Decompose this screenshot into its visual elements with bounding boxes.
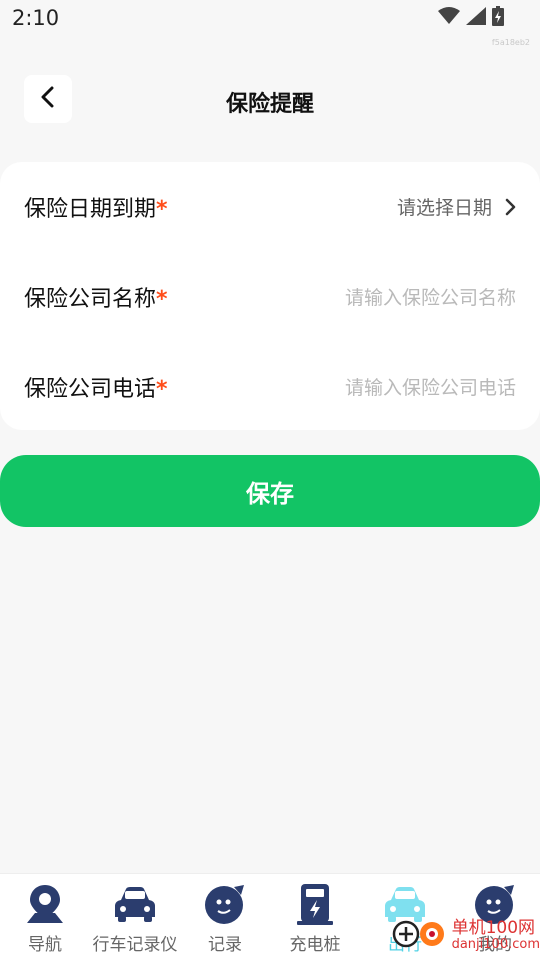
status-bar: 2:10 f5a18eb2 [0, 0, 540, 47]
insurance-company-phone-label: 保险公司电话* [24, 377, 168, 402]
charging-station-icon [293, 882, 337, 926]
insurance-company-phone-input[interactable]: 请输入保险公司电话 [345, 373, 516, 400]
wifi-icon [438, 7, 460, 29]
car-icon [113, 882, 157, 926]
insurance-form: 保险日期到期* 请选择日期 保险公司名称* 请输入保险公司名称 保险公司电话* … [0, 162, 540, 430]
insurance-date-row[interactable]: 保险日期到期* 请选择日期 [0, 162, 540, 252]
status-icons [438, 6, 504, 30]
watermark-text: 单机100网 danji100.com [451, 918, 540, 952]
face-icon [203, 882, 247, 926]
header: 保险提醒 [0, 60, 540, 140]
tab-label: 充电桩 [289, 935, 341, 955]
insurance-company-name-input[interactable]: 请输入保险公司名称 [345, 283, 516, 310]
insurance-date-label: 保险日期到期* [24, 197, 168, 222]
location-pin-icon [23, 882, 67, 926]
battery-icon [492, 6, 504, 30]
date-select-value: 请选择日期 [396, 197, 492, 219]
tab-label: 导航 [28, 935, 62, 955]
tab-charging[interactable]: 充电桩 [270, 874, 360, 961]
page-title: 保险提醒 [225, 92, 314, 117]
tab-label: 记录 [208, 935, 242, 955]
tab-label: 行车记录仪 [92, 935, 178, 955]
required-mark: * [156, 377, 168, 402]
cell-signal-icon [466, 7, 486, 29]
tab-records[interactable]: 记录 [180, 874, 270, 961]
required-mark: * [156, 197, 168, 222]
watermark-logo-icon [392, 916, 448, 954]
debug-tag: f5a18eb2 [491, 38, 530, 47]
status-time: 2:10 [12, 6, 60, 30]
watermark: 单机100网 danji100.com [392, 916, 540, 954]
insurance-date-select[interactable]: 请选择日期 [397, 193, 516, 220]
save-button[interactable]: 保存 [0, 455, 540, 527]
tab-dashcam[interactable]: 行车记录仪 [90, 874, 180, 961]
tab-navigation[interactable]: 导航 [0, 874, 90, 961]
chevron-right-icon [504, 198, 516, 216]
insurance-company-name-row: 保险公司名称* 请输入保险公司名称 [0, 252, 540, 342]
insurance-company-phone-row: 保险公司电话* 请输入保险公司电话 [0, 342, 540, 432]
required-mark: * [156, 287, 168, 312]
insurance-company-name-label: 保险公司名称* [24, 287, 168, 312]
